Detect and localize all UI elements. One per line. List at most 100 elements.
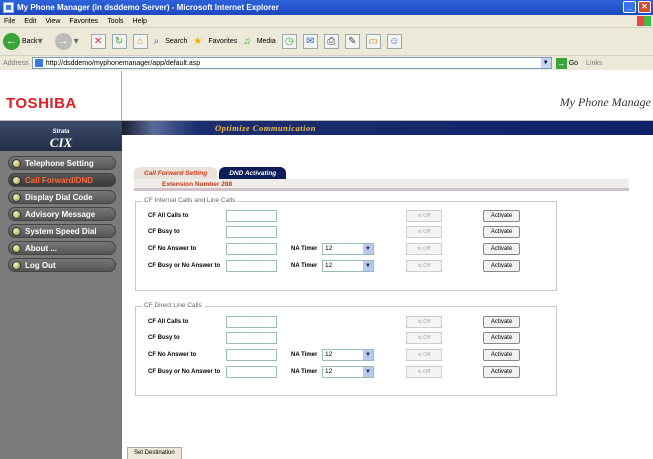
refresh-icon[interactable]: ↻ bbox=[111, 34, 127, 49]
address-input[interactable]: http://dsddemo/myphonemanager/app/defaul… bbox=[31, 57, 552, 69]
edit-icon[interactable]: ✎ bbox=[344, 34, 360, 49]
sidebar-item-system-speed-dial[interactable]: System Speed Dial bbox=[8, 224, 116, 238]
folder-icon[interactable]: ▭ bbox=[365, 34, 381, 49]
activate-button[interactable]: Activate bbox=[483, 349, 520, 361]
activate-button[interactable]: Activate bbox=[483, 332, 520, 344]
menu-edit[interactable]: Edit bbox=[24, 18, 36, 25]
destination-input[interactable] bbox=[226, 316, 277, 328]
destination-input[interactable] bbox=[226, 226, 277, 238]
sidebar-item-log-out[interactable]: Log Out bbox=[8, 258, 116, 272]
activate-button[interactable]: Activate bbox=[483, 226, 520, 238]
back-label: Back bbox=[22, 38, 38, 45]
na-timer-select[interactable]: 12 ▼ bbox=[322, 243, 374, 255]
status-indicator: is Off bbox=[406, 366, 442, 378]
page-header: TOSHIBA My Phone Manage bbox=[0, 71, 653, 121]
search-button[interactable]: ⌕ Search bbox=[154, 36, 188, 47]
search-label: Search bbox=[165, 38, 188, 45]
messenger-icon[interactable]: ☺ bbox=[386, 34, 402, 49]
cf-row: CF All Calls to is Off Activate bbox=[136, 210, 556, 223]
go-label: Go bbox=[568, 59, 579, 67]
cf-row: CF No Answer to NA Timer 12 ▼ is Off Act… bbox=[136, 349, 556, 362]
na-timer-select[interactable]: 12 ▼ bbox=[322, 349, 374, 361]
window-controls: _ ✕ bbox=[623, 1, 651, 13]
sidebar-item-advisory-message[interactable]: Advisory Message bbox=[8, 207, 116, 221]
window-title-bar: My Phone Manager (in dsddemo Server) - M… bbox=[0, 0, 653, 15]
go-button[interactable]: → Go bbox=[555, 57, 579, 69]
activate-button[interactable]: Activate bbox=[483, 316, 520, 328]
mail-icon[interactable]: ✉ bbox=[302, 34, 318, 49]
activate-button[interactable]: Activate bbox=[483, 366, 520, 378]
group-legend: CF Internal Calls and Line Calls bbox=[142, 197, 238, 204]
minimize-button[interactable]: _ bbox=[623, 1, 636, 13]
set-destination-tab[interactable]: Set Destination bbox=[127, 447, 182, 459]
row-label: CF No Answer to bbox=[148, 352, 197, 358]
stop-icon[interactable]: ✕ bbox=[90, 34, 106, 49]
na-timer-select[interactable]: 12 ▼ bbox=[322, 366, 374, 378]
sidebar-item-call-forward-dnd[interactable]: Call Forward/DND bbox=[8, 173, 116, 187]
media-icon: ♫ bbox=[243, 36, 251, 47]
status-indicator: is Off bbox=[406, 243, 442, 255]
sidebar-nav: Telephone Setting Call Forward/DND Displ… bbox=[0, 151, 122, 459]
sidebar-item-label: Log Out bbox=[25, 260, 56, 270]
menu-favorites[interactable]: Favorites bbox=[69, 18, 98, 25]
sidebar-item-label: Telephone Setting bbox=[25, 158, 94, 168]
bullet-icon bbox=[12, 243, 21, 253]
browser-toolbar: ← Back ▾ → ▾ ✕ ↻ ⌂ ⌕ Search ★ Favorites … bbox=[0, 27, 653, 55]
menu-tools[interactable]: Tools bbox=[107, 18, 123, 25]
sidebar-item-display-dial-code[interactable]: Display Dial Code bbox=[8, 190, 116, 204]
activate-button[interactable]: Activate bbox=[483, 210, 520, 222]
banner-spacer bbox=[122, 135, 653, 159]
na-timer-value: 12 bbox=[325, 262, 333, 269]
menu-view[interactable]: View bbox=[45, 18, 60, 25]
tab-dnd-activating[interactable]: DND Activating bbox=[219, 167, 287, 179]
row-label: CF Busy or No Answer to bbox=[148, 263, 221, 269]
print-icon[interactable]: ⎙ bbox=[323, 34, 339, 49]
sidebar-item-label: System Speed Dial bbox=[25, 226, 97, 236]
na-timer-select[interactable]: 12 ▼ bbox=[322, 260, 374, 272]
row-label: CF No Answer to bbox=[148, 246, 197, 252]
chevron-down-icon: ▼ bbox=[363, 244, 373, 254]
status-indicator: is Off bbox=[406, 260, 442, 272]
na-timer-label: NA Timer bbox=[291, 369, 318, 375]
home-icon[interactable]: ⌂ bbox=[132, 34, 148, 49]
favorites-button[interactable]: ★ Favorites bbox=[193, 36, 237, 47]
tab-call-forward-setting[interactable]: Call Forward Setting bbox=[134, 167, 218, 179]
activate-button[interactable]: Activate bbox=[483, 260, 520, 272]
menu-file[interactable]: File bbox=[4, 18, 15, 25]
status-indicator: is Off bbox=[406, 349, 442, 361]
menu-bar: File Edit View Favorites Tools Help bbox=[0, 15, 653, 27]
forward-arrow-icon: → bbox=[54, 33, 72, 50]
sidebar-item-telephone-setting[interactable]: Telephone Setting bbox=[8, 156, 116, 170]
extension-number: Extension Number 288 bbox=[162, 181, 233, 188]
cf-row: CF Busy or No Answer to NA Timer 12 ▼ is… bbox=[136, 260, 556, 273]
bullet-icon bbox=[12, 260, 21, 270]
cf-row: CF Busy to is Off Activate bbox=[136, 332, 556, 345]
na-timer-label: NA Timer bbox=[291, 246, 318, 252]
back-button[interactable]: ← Back ▾ bbox=[3, 33, 49, 50]
destination-input[interactable] bbox=[226, 366, 277, 378]
destination-input[interactable] bbox=[226, 260, 277, 272]
links-button[interactable]: Links bbox=[586, 60, 602, 67]
chevron-down-icon[interactable]: ▼ bbox=[540, 58, 551, 68]
tagline: Optimize Communication bbox=[215, 123, 316, 133]
chevron-down-icon: ▾ bbox=[37, 36, 43, 47]
toshiba-logo: TOSHIBA bbox=[6, 95, 77, 112]
media-button[interactable]: ♫ Media bbox=[243, 36, 276, 47]
forward-button[interactable]: → ▾ bbox=[54, 33, 85, 50]
destination-input[interactable] bbox=[226, 332, 277, 344]
history-icon[interactable]: ◷ bbox=[281, 34, 297, 49]
tab-bar: Call Forward Setting DND Activating bbox=[134, 167, 288, 179]
close-button[interactable]: ✕ bbox=[638, 1, 651, 13]
destination-input[interactable] bbox=[226, 349, 277, 361]
activate-button[interactable]: Activate bbox=[483, 243, 520, 255]
sidebar-item-about[interactable]: About ... bbox=[8, 241, 116, 255]
chevron-down-icon: ▼ bbox=[363, 350, 373, 360]
search-icon: ⌕ bbox=[153, 36, 160, 47]
bullet-icon bbox=[12, 175, 21, 185]
destination-input[interactable] bbox=[226, 210, 277, 222]
na-timer-value: 12 bbox=[325, 351, 333, 358]
cf-row: CF All Calls to is Off Activate bbox=[136, 316, 556, 329]
menu-help[interactable]: Help bbox=[133, 18, 147, 25]
destination-input[interactable] bbox=[226, 243, 277, 255]
star-icon: ★ bbox=[193, 36, 203, 47]
